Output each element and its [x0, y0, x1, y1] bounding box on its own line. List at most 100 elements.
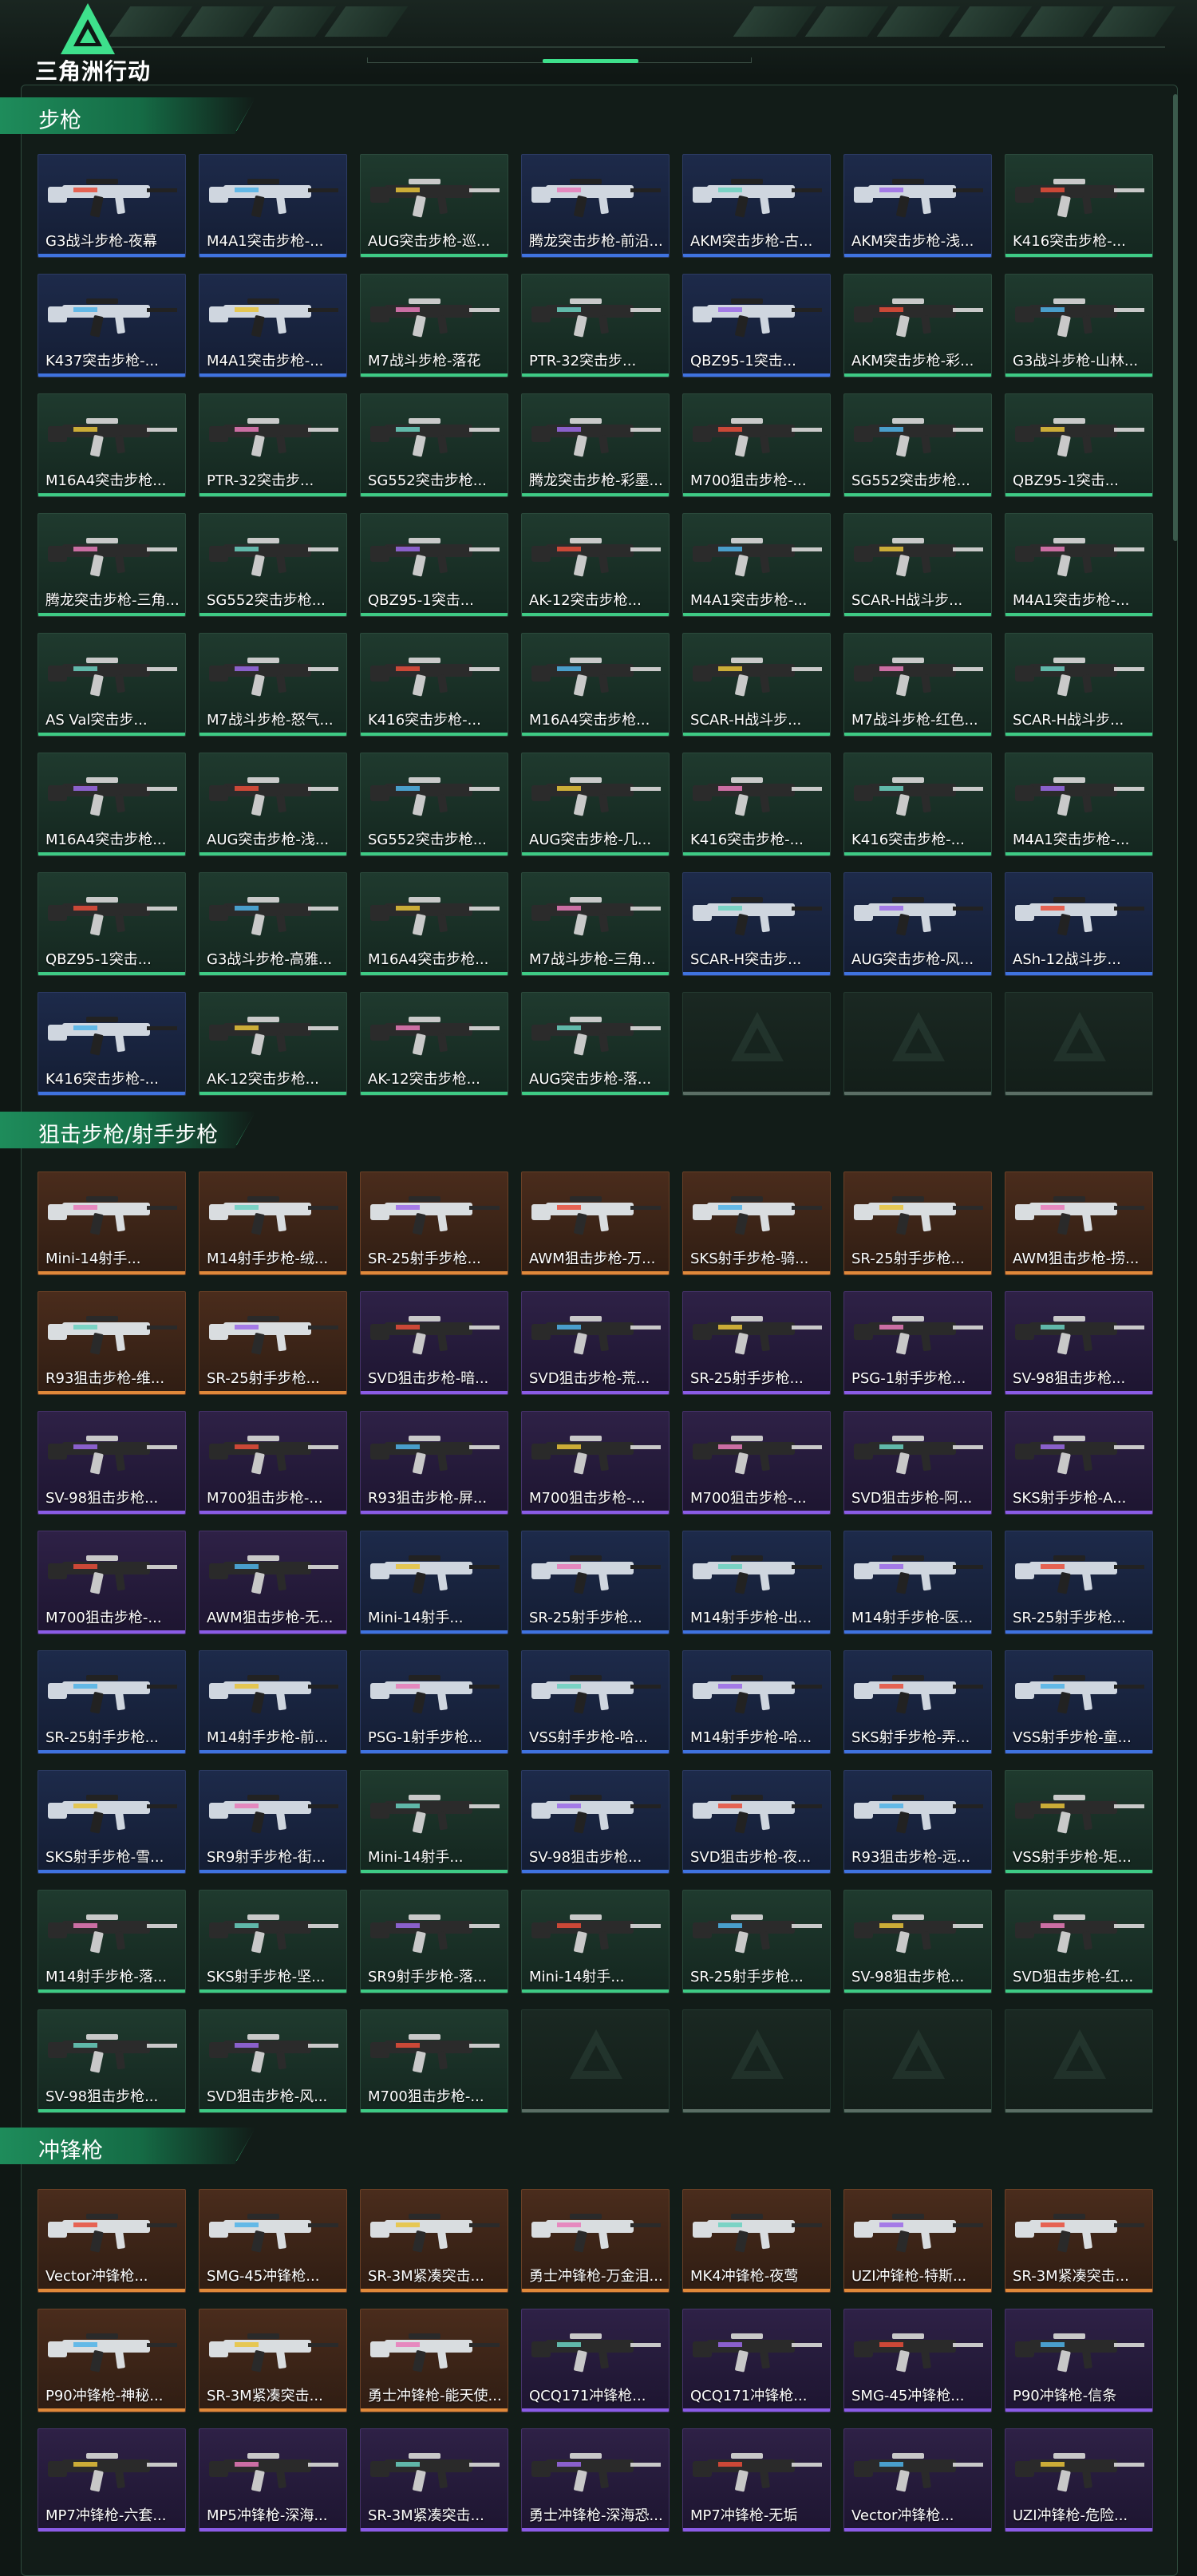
weapon-card[interactable]: SR-25射手步枪... [360, 1171, 508, 1275]
weapon-card[interactable]: SVD狙击步枪-红... [1005, 1890, 1153, 1993]
weapon-card[interactable]: SG552突击步枪... [360, 753, 508, 856]
weapon-card[interactable]: SR-3M紧凑突击... [360, 2189, 508, 2293]
weapon-card[interactable]: QBZ95-1突击... [682, 274, 831, 377]
weapon-card[interactable]: G3战斗步枪-山林... [1005, 274, 1153, 377]
weapon-card[interactable]: AWM狙击步枪-无... [199, 1531, 347, 1634]
weapon-card[interactable]: M16A4突击步枪... [360, 872, 508, 976]
weapon-card[interactable]: SR-3M紧凑突击... [1005, 2189, 1153, 2293]
weapon-card[interactable]: AUG突击步枪-落... [521, 992, 670, 1096]
weapon-card[interactable]: K416突击步枪-... [843, 753, 992, 856]
weapon-card[interactable]: SCAR-H战斗步... [843, 513, 992, 617]
weapon-card[interactable]: QCQ171冲锋枪... [521, 2309, 670, 2412]
weapon-card[interactable]: SR-25射手步枪... [38, 1650, 186, 1754]
weapon-card[interactable]: SVD狙击步枪-暗... [360, 1291, 508, 1395]
weapon-card[interactable]: QBZ95-1突击... [1005, 393, 1153, 497]
weapon-card[interactable]: SR-3M紧凑突击... [360, 2428, 508, 2532]
weapon-card[interactable]: K416突击步枪-... [682, 753, 831, 856]
weapon-card[interactable]: M14射手步枪-哈... [682, 1650, 831, 1754]
weapon-card[interactable]: AUG突击步枪-几... [521, 753, 670, 856]
weapon-card[interactable]: M14射手步枪-落... [38, 1890, 186, 1993]
weapon-card[interactable]: AKM突击步枪-古... [682, 154, 831, 258]
weapon-card[interactable]: QBZ95-1突击... [38, 872, 186, 976]
weapon-card[interactable]: M4A1突击步枪-... [1005, 513, 1153, 617]
weapon-card[interactable]: QCQ171冲锋枪... [682, 2309, 831, 2412]
weapon-card[interactable]: M14射手步枪-前... [199, 1650, 347, 1754]
weapon-card[interactable]: SV-98狙击步枪... [521, 1770, 670, 1874]
weapon-card[interactable]: AS Val突击步... [38, 633, 186, 737]
weapon-card[interactable]: MP5冲锋枪-深海... [199, 2428, 347, 2532]
weapon-card[interactable]: K416突击步枪-... [1005, 154, 1153, 258]
weapon-card[interactable]: MP7冲锋枪-六套... [38, 2428, 186, 2532]
scrollbar[interactable] [1173, 94, 1179, 2552]
weapon-card[interactable]: M700狙击步枪-... [199, 1411, 347, 1515]
weapon-card[interactable]: VSS射手步枪-矩... [1005, 1770, 1153, 1874]
weapon-card[interactable]: ASh-12战斗步... [1005, 872, 1153, 976]
weapon-card[interactable]: UZI冲锋枪-特斯... [843, 2189, 992, 2293]
weapon-card[interactable]: M14射手步枪-绒... [199, 1171, 347, 1275]
weapon-card[interactable]: M700狙击步枪-... [521, 1411, 670, 1515]
weapon-card[interactable]: P90冲锋枪-神秘... [38, 2309, 186, 2412]
weapon-card[interactable]: SV-98狙击步枪... [38, 1411, 186, 1515]
weapon-card[interactable]: AK-12突击步枪... [360, 992, 508, 1096]
weapon-card[interactable]: SR-25射手步枪... [682, 1890, 831, 1993]
weapon-card[interactable]: SR-25射手步枪... [521, 1531, 670, 1634]
weapon-card[interactable]: AKM突击步枪-浅... [843, 154, 992, 258]
weapon-card[interactable]: AUG突击步枪-巡... [360, 154, 508, 258]
weapon-card[interactable]: M7战斗步枪-三角... [521, 872, 670, 976]
weapon-card[interactable]: K437突击步枪-... [38, 274, 186, 377]
weapon-card[interactable]: P90冲锋枪-信条 [1005, 2309, 1153, 2412]
weapon-card[interactable]: SVD狙击步枪-阿... [843, 1411, 992, 1515]
weapon-card[interactable]: R93狙击步枪-屏... [360, 1411, 508, 1515]
weapon-card[interactable]: 腾龙突击步枪-三角... [38, 513, 186, 617]
weapon-card[interactable]: Mini-14射手... [360, 1531, 508, 1634]
weapon-card[interactable]: SVD狙击步枪-荒... [521, 1291, 670, 1395]
weapon-card[interactable]: M700狙击步枪-... [682, 393, 831, 497]
weapon-card[interactable]: SR-25射手步枪... [682, 1291, 831, 1395]
weapon-card[interactable]: PTR-32突击步... [199, 393, 347, 497]
weapon-card[interactable]: SKS射手步枪-骑... [682, 1171, 831, 1275]
weapon-card[interactable]: SMG-45冲锋枪... [843, 2309, 992, 2412]
weapon-card[interactable]: M4A1突击步枪-... [199, 274, 347, 377]
weapon-card[interactable]: AWM狙击步枪-捞... [1005, 1171, 1153, 1275]
weapon-card[interactable]: M4A1突击步枪-... [682, 513, 831, 617]
weapon-card[interactable]: K416突击步枪-... [360, 633, 508, 737]
weapon-card[interactable]: M700狙击步枪-... [38, 1531, 186, 1634]
weapon-card[interactable]: SCAR-H突击步... [682, 872, 831, 976]
weapon-card[interactable]: SCAR-H战斗步... [682, 633, 831, 737]
weapon-card[interactable]: SV-98狙击步枪... [843, 1890, 992, 1993]
weapon-card[interactable]: SVD狙击步枪-风... [199, 2009, 347, 2113]
weapon-card[interactable]: Vector冲锋枪... [38, 2189, 186, 2293]
weapon-card[interactable]: M7战斗步枪-红色... [843, 633, 992, 737]
weapon-card[interactable]: 勇士冲锋枪-能天使... [360, 2309, 508, 2412]
weapon-card[interactable]: QBZ95-1突击... [360, 513, 508, 617]
weapon-card[interactable]: Vector冲锋枪... [843, 2428, 992, 2532]
weapon-card[interactable]: SR-25射手步枪... [199, 1291, 347, 1395]
weapon-card[interactable]: M14射手步枪-出... [682, 1531, 831, 1634]
weapon-card[interactable]: 勇士冲锋枪-万金泪... [521, 2189, 670, 2293]
weapon-card[interactable]: 腾龙突击步枪-彩墨... [521, 393, 670, 497]
weapon-card[interactable]: UZI冲锋枪-危险... [1005, 2428, 1153, 2532]
weapon-card[interactable]: PSG-1射手步枪... [360, 1650, 508, 1754]
weapon-card[interactable]: SR9射手步枪-街... [199, 1770, 347, 1874]
weapon-card[interactable]: M7战斗步枪-落花 [360, 274, 508, 377]
weapon-card[interactable]: AK-12突击步枪... [199, 992, 347, 1096]
scroll-thumb[interactable] [1173, 94, 1178, 541]
weapon-card[interactable]: SG552突击步枪... [199, 513, 347, 617]
weapon-card[interactable]: SV-98狙击步枪... [1005, 1291, 1153, 1395]
weapon-card[interactable]: SR-3M紧凑突击... [199, 2309, 347, 2412]
weapon-card[interactable]: SKS射手步枪-A... [1005, 1411, 1153, 1515]
weapon-card[interactable]: G3战斗步枪-夜幕 [38, 154, 186, 258]
weapon-card[interactable]: SKS射手步枪-弄... [843, 1650, 992, 1754]
weapon-card[interactable]: M700狙击步枪-... [360, 2009, 508, 2113]
weapon-card[interactable]: SG552突击步枪... [360, 393, 508, 497]
weapon-card[interactable]: AK-12突击步枪... [521, 513, 670, 617]
weapon-card[interactable]: R93狙击步枪-远... [843, 1770, 992, 1874]
weapon-card[interactable]: M16A4突击步枪... [38, 393, 186, 497]
weapon-card[interactable]: MK4冲锋枪-夜莺 [682, 2189, 831, 2293]
weapon-card[interactable]: SVD狙击步枪-夜... [682, 1770, 831, 1874]
weapon-card[interactable]: AUG突击步枪-浅... [199, 753, 347, 856]
weapon-card[interactable]: Mini-14射手... [521, 1890, 670, 1993]
weapon-card[interactable]: SMG-45冲锋枪... [199, 2189, 347, 2293]
weapon-card[interactable]: AUG突击步枪-风... [843, 872, 992, 976]
weapon-card[interactable]: R93狙击步枪-维... [38, 1291, 186, 1395]
